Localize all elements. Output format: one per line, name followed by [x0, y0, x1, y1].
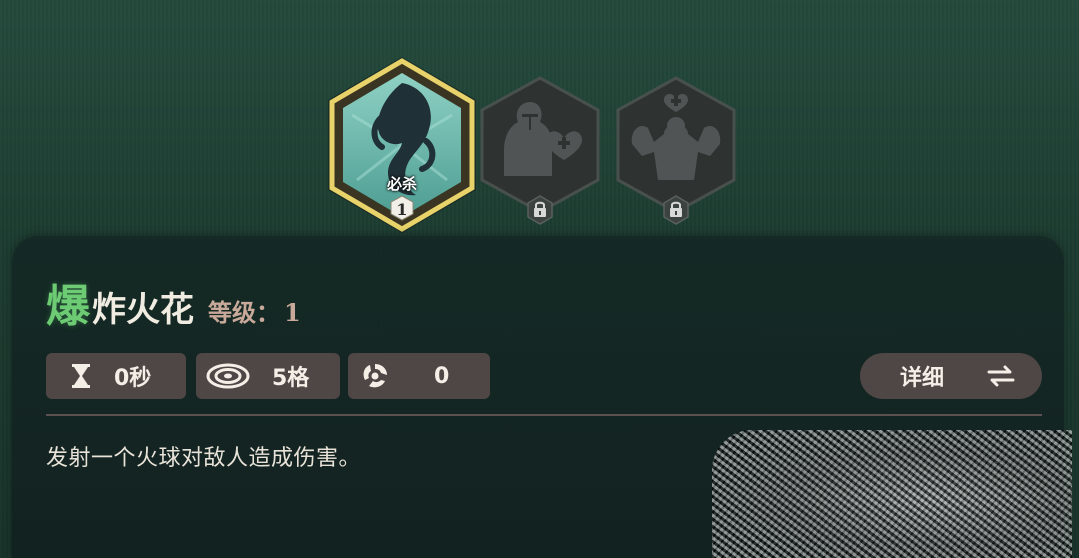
swirl-icon	[360, 361, 390, 391]
skill-level-badge: 1	[390, 195, 414, 221]
level-value: 1	[284, 298, 301, 327]
charge-value: 0	[434, 363, 450, 389]
swap-arrows-icon	[986, 365, 1016, 387]
lock-icon	[668, 200, 684, 218]
panel-divider	[46, 414, 1042, 416]
blurred-watermark	[712, 430, 1072, 558]
lock-icon	[532, 200, 548, 218]
charge-stat: 0	[348, 353, 490, 399]
range-value: 5格	[272, 366, 310, 391]
skill-title-rest: 炸火花	[92, 290, 194, 330]
skill-description: 发射一个火球对敌人造成伤害。	[46, 446, 362, 471]
range-stat: 5格	[196, 353, 340, 399]
cooldown-stat: 0秒	[46, 353, 186, 399]
skill-slot-knight-heal[interactable]	[476, 72, 604, 227]
detail-button-label: 详细	[900, 366, 945, 391]
level-label: 等级：	[208, 298, 280, 327]
skill-selector: 必杀 1	[0, 0, 1079, 250]
skill-title: 爆 炸火花 等级： 1	[46, 270, 301, 334]
skill-slot-warrior-heal[interactable]	[612, 72, 740, 227]
skill-level-value: 1	[396, 199, 408, 219]
skill-slot-burst-spark[interactable]: 必杀 1	[322, 55, 482, 245]
range-target-icon	[206, 363, 250, 389]
ultimate-badge-label: 必杀	[386, 175, 418, 193]
detail-button[interactable]: 详细	[860, 353, 1042, 399]
cooldown-value: 0秒	[114, 366, 152, 391]
skill-title-first-char: 爆	[46, 281, 90, 332]
hourglass-icon	[68, 363, 94, 389]
